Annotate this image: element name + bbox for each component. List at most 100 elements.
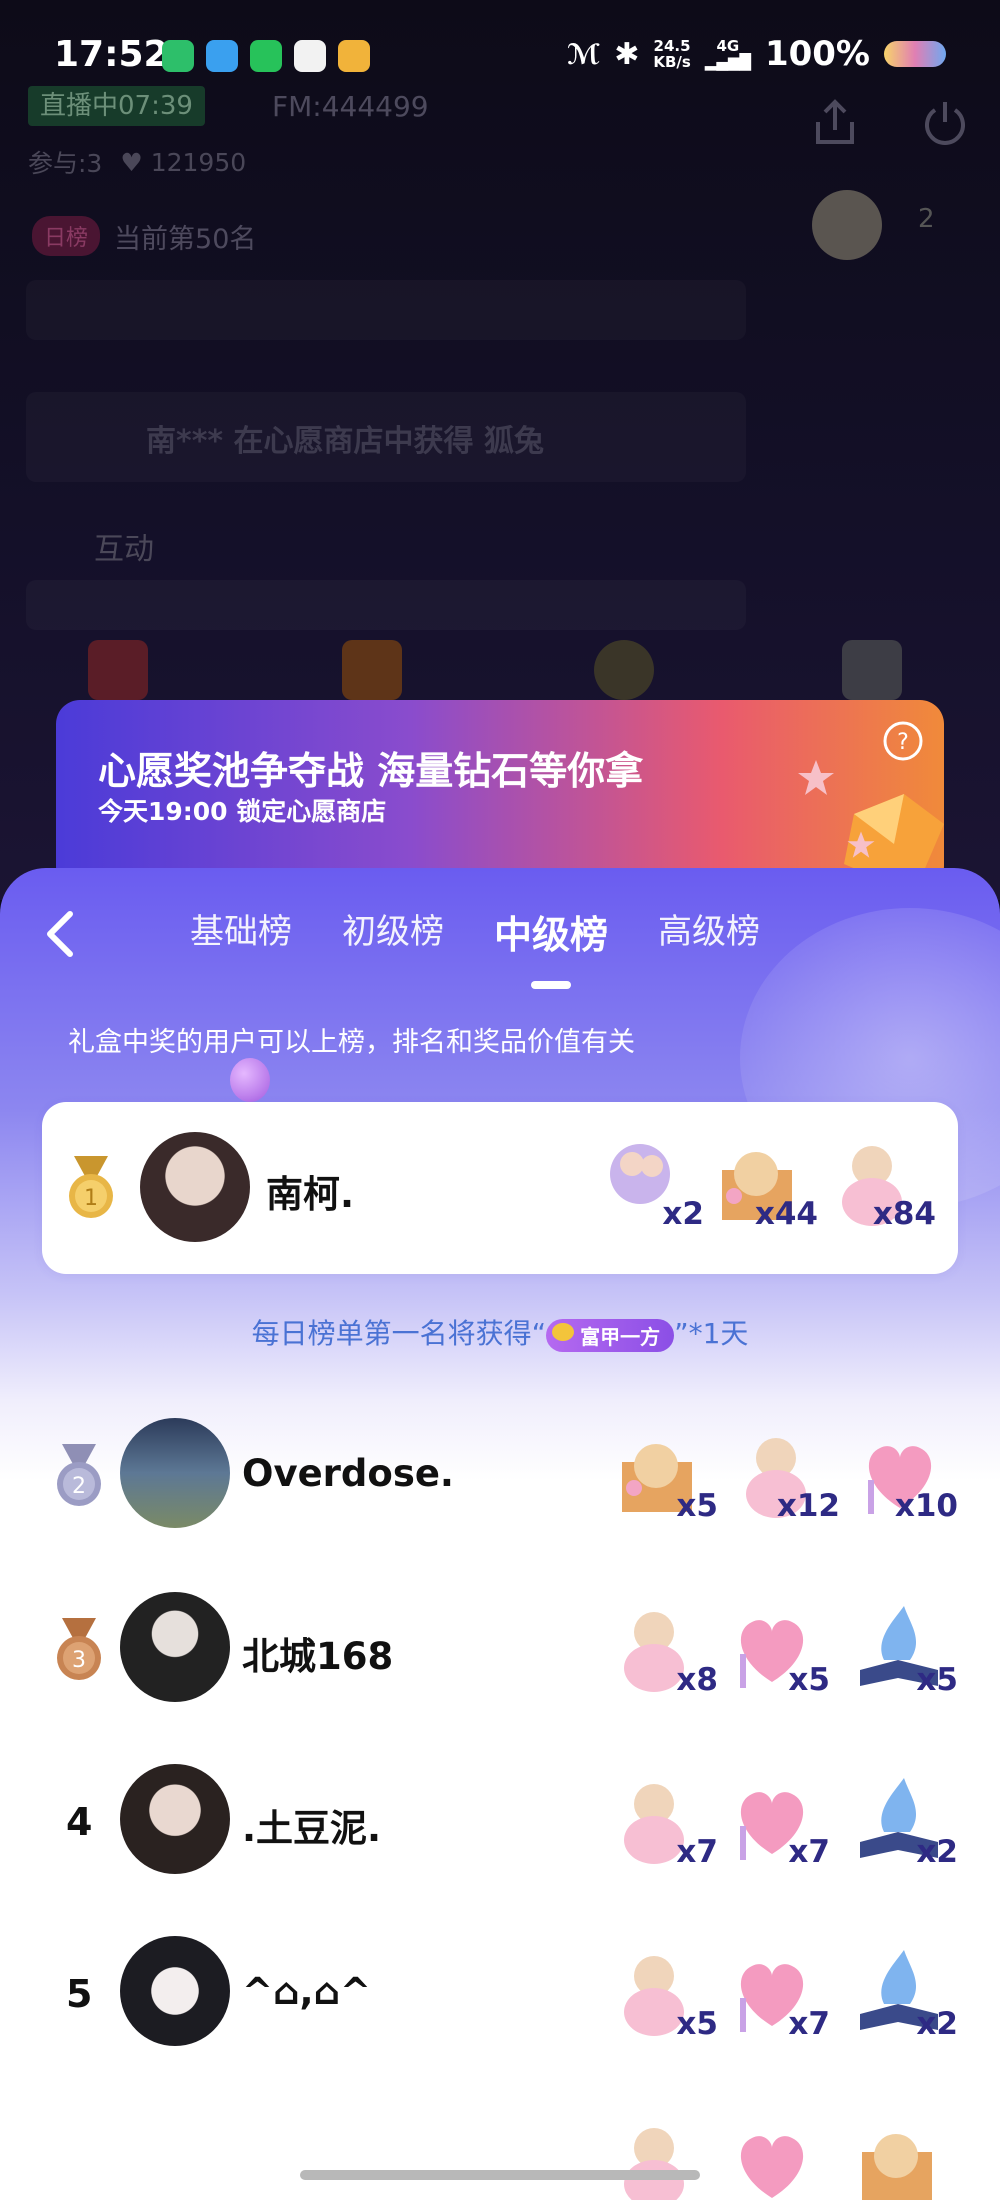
- room-stats: 参与:3 ♥ 121950: [28, 144, 246, 180]
- bear-gift-icon: [614, 2116, 714, 2200]
- gift-count: x10: [894, 1488, 958, 1524]
- leaderboard-panel: 基础榜 初级榜 中级榜 高级榜 礼盒中奖的用户可以上榜，排名和奖品价值有关 1 …: [0, 868, 1000, 2200]
- leaderboard-row[interactable]: 2 Overdose. x5 x12 x10: [0, 1406, 1000, 1546]
- browser-app-icon: [294, 40, 326, 72]
- active-tab-indicator: [531, 981, 571, 989]
- promo-banner[interactable]: 心愿奖池争夺战 海量钻石等你拿 今天19:00 锁定心愿商店 ?: [56, 700, 944, 890]
- leaderboard-row[interactable]: 4 .土豆泥. x7 x7 x2: [0, 1752, 1000, 1892]
- envelope-cat-gift-icon: [854, 2116, 954, 2200]
- first-place-perk: 每日榜单第一名将获得“ 富甲一方 ”*1天: [0, 1312, 1000, 1352]
- balloon-decoration: [230, 1058, 270, 1102]
- gold-medal-icon: 1: [69, 1156, 113, 1218]
- tab-junior[interactable]: 初级榜: [342, 904, 444, 959]
- home-indicator[interactable]: [300, 2170, 700, 2180]
- message-app-icon: [162, 40, 194, 72]
- tab-intermediate[interactable]: 中级榜: [494, 904, 609, 989]
- perk-suffix: ”*1天: [674, 1317, 749, 1350]
- username[interactable]: 北城168: [242, 1626, 393, 1680]
- rank-number: 4: [66, 1800, 93, 1844]
- book-gift-icon: x2: [854, 1772, 958, 1872]
- likes-count: 121950: [150, 147, 247, 177]
- leaderboard-row[interactable]: [0, 2096, 1000, 2200]
- participants-count: 参与:3: [28, 149, 103, 178]
- gift-count: x5: [676, 1488, 718, 1524]
- gift-count: x8: [676, 1662, 718, 1698]
- heart-gift-icon: x7: [726, 1772, 830, 1872]
- avatar[interactable]: [140, 1132, 250, 1242]
- rank-number: 5: [66, 1972, 93, 2016]
- banner-title: 心愿奖池争夺战 海量钻石等你拿: [98, 749, 644, 793]
- svg-text:?: ?: [897, 730, 909, 755]
- status-notification-icons: [162, 40, 370, 72]
- tab-basic[interactable]: 基础榜: [190, 904, 292, 959]
- username[interactable]: ^⌂,⌂^: [242, 1970, 371, 2013]
- star-icon: [798, 760, 834, 795]
- gesture-icon[interactable]: [594, 640, 654, 700]
- username[interactable]: 南柯.: [266, 1164, 354, 1218]
- dice-icon[interactable]: [842, 640, 902, 700]
- leaderboard-description: 礼盒中奖的用户可以上榜，排名和奖品价值有关: [68, 1027, 635, 1058]
- camera-app-icon: [338, 40, 370, 72]
- gold-medal-number: 1: [84, 1186, 98, 1211]
- heart-gift-icon: x5: [726, 1600, 830, 1700]
- network-type: 4G: [716, 37, 740, 55]
- power-icon[interactable]: [918, 96, 972, 150]
- signal-icon: 4G ▂▄▆█: [705, 38, 751, 70]
- tab-advanced[interactable]: 高级榜: [658, 904, 760, 959]
- back-chevron-icon[interactable]: [40, 908, 80, 960]
- heart-gift-icon: [726, 2116, 826, 2200]
- bear-gift-icon: x8: [614, 1600, 718, 1700]
- leaderboard-row[interactable]: 5 ^⌂,⌂^ x5 x7 x2: [0, 1924, 1000, 2064]
- gift-count: x2: [662, 1196, 704, 1232]
- star-icon: [847, 831, 875, 858]
- chat-text: 南*** 在心愿商店中获得 狐兔: [146, 424, 544, 459]
- gift-count: x7: [788, 2006, 830, 2042]
- network-speed-value: 24.5: [653, 37, 691, 55]
- heart-icon: ♥: [120, 147, 143, 177]
- help-icon[interactable]: ?: [882, 720, 924, 762]
- avatar[interactable]: [120, 1592, 230, 1702]
- bear-gift-icon: x84: [832, 1134, 936, 1234]
- gift-count: x7: [676, 1834, 718, 1870]
- gift-count: x44: [754, 1196, 818, 1232]
- bronze-medal-icon: 3: [57, 1618, 101, 1680]
- host-avatar[interactable]: [812, 190, 882, 260]
- username[interactable]: .土豆泥.: [242, 1798, 381, 1852]
- first-place-card[interactable]: 1 南柯. x2 x44 x84: [42, 1102, 958, 1274]
- qq-app-icon: [206, 40, 238, 72]
- red-packet-icon[interactable]: [88, 640, 148, 700]
- signal-bars-icon: ▂▄▆█: [704, 53, 751, 71]
- book-gift-icon: x5: [854, 1600, 958, 1700]
- username[interactable]: Overdose.: [242, 1452, 454, 1495]
- daily-rank-tag: 日榜: [32, 216, 101, 256]
- gift-count: x84: [872, 1196, 936, 1232]
- gift-count: x5: [788, 1662, 830, 1698]
- heart-gift-icon: x7: [726, 1944, 830, 2044]
- silver-medal-number: 2: [72, 1474, 86, 1499]
- daily-rank[interactable]: 日榜 当前第50名: [32, 216, 256, 256]
- bluetooth-icon: ✱: [614, 36, 640, 72]
- book-gift-icon: x2: [854, 1944, 958, 2044]
- couple-gift-icon: x2: [600, 1134, 704, 1234]
- envelope-cat-gift-icon: x5: [614, 1426, 718, 1526]
- chat-message-system: 南*** 在心愿商店中获得 狐兔: [26, 392, 746, 482]
- leaderboard-tabs: 基础榜 初级榜 中级榜 高级榜: [190, 904, 760, 989]
- lantern-icon[interactable]: [342, 640, 402, 700]
- interact-label: 互动: [94, 532, 154, 567]
- room-fm-id: FM:444499: [272, 90, 429, 123]
- avatar[interactable]: [120, 1418, 230, 1528]
- gift-count: x2: [916, 1834, 958, 1870]
- avatar[interactable]: [120, 1764, 230, 1874]
- likes: ♥ 121950: [120, 148, 246, 177]
- avatar[interactable]: [120, 1936, 230, 2046]
- gift-count: x5: [676, 2006, 718, 2042]
- nfc-icon: ℳ: [567, 37, 601, 71]
- leaderboard-row[interactable]: 3 北城168 x8 x5 x5: [0, 1580, 1000, 1720]
- viewer-count: 2: [918, 204, 935, 234]
- status-right: ℳ ✱ 24.5 KB/s 4G ▂▄▆█ 100%: [567, 34, 946, 74]
- tab-intermediate-label: 中级榜: [494, 913, 609, 957]
- network-speed-unit: KB/s: [653, 53, 691, 71]
- share-icon[interactable]: [808, 96, 862, 150]
- perk-prefix: 每日榜单第一名将获得“: [251, 1317, 547, 1350]
- banner-subtitle: 今天19:00 锁定心愿商店: [98, 797, 387, 826]
